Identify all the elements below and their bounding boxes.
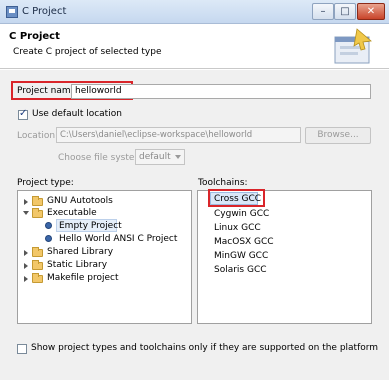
close-button[interactable]: ✕ bbox=[357, 3, 385, 20]
window-title: C Project bbox=[22, 6, 67, 17]
maximize-button[interactable]: □ bbox=[334, 3, 356, 20]
project-type-label: Project type: bbox=[17, 178, 74, 188]
expand-arrow-icon[interactable] bbox=[24, 199, 28, 205]
page-title: C Project bbox=[9, 31, 60, 42]
toolchain-mingw-gcc[interactable]: MinGW GCC bbox=[214, 251, 268, 261]
expand-arrow-icon[interactable] bbox=[24, 276, 28, 282]
project-name-input[interactable]: helloworld bbox=[71, 84, 371, 99]
folder-icon bbox=[32, 196, 43, 206]
location-input[interactable]: C:\Users\daniel\eclipse-workspace\hellow… bbox=[56, 127, 301, 143]
app-icon bbox=[6, 6, 18, 18]
tree-item-shared-library[interactable]: Shared Library bbox=[47, 247, 113, 257]
tree-item-gnu-autotools[interactable]: GNU Autotools bbox=[47, 196, 113, 206]
tree-item-static-library[interactable]: Static Library bbox=[47, 260, 107, 270]
toolchain-cross-gcc[interactable]: Cross GCC bbox=[214, 194, 261, 204]
page-description: Create C project of selected type bbox=[13, 47, 162, 57]
use-default-location-checkbox[interactable] bbox=[18, 108, 28, 120]
use-default-location-label: Use default location bbox=[32, 109, 122, 119]
folder-icon bbox=[32, 247, 43, 257]
location-label: Location: bbox=[17, 131, 59, 141]
folder-icon bbox=[32, 273, 43, 283]
tree-item-hello-world[interactable]: Hello World ANSI C Project bbox=[59, 234, 177, 244]
folder-icon bbox=[32, 260, 43, 270]
filter-supported-label: Show project types and toolchains only i… bbox=[31, 343, 379, 353]
folder-open-icon bbox=[32, 208, 43, 218]
project-type-tree[interactable] bbox=[17, 190, 192, 324]
toolchain-solaris-gcc[interactable]: Solaris GCC bbox=[214, 265, 267, 275]
tree-item-makefile-project[interactable]: Makefile project bbox=[47, 273, 119, 283]
tree-item-empty-project[interactable]: Empty Project bbox=[59, 221, 122, 231]
chevron-down-icon bbox=[175, 155, 181, 159]
tree-item-executable[interactable]: Executable bbox=[47, 208, 97, 218]
filter-supported-checkbox[interactable] bbox=[17, 344, 27, 354]
browse-button[interactable]: Browse... bbox=[305, 127, 371, 144]
minimize-button[interactable]: – bbox=[312, 3, 334, 20]
project-template-icon bbox=[45, 235, 52, 242]
file-system-label: Choose file system: bbox=[58, 153, 147, 163]
toolchain-linux-gcc[interactable]: Linux GCC bbox=[214, 223, 261, 233]
expand-arrow-icon[interactable] bbox=[24, 250, 28, 256]
project-name-label: Project name: bbox=[17, 86, 80, 96]
toolchain-cygwin-gcc[interactable]: Cygwin GCC bbox=[214, 209, 269, 219]
project-template-icon bbox=[45, 222, 52, 229]
expand-arrow-icon[interactable] bbox=[24, 263, 28, 269]
toolchains-label: Toolchains: bbox=[198, 178, 248, 188]
toolchain-macosx-gcc[interactable]: MacOSX GCC bbox=[214, 237, 274, 247]
wizard-banner-icon bbox=[334, 28, 372, 64]
collapse-arrow-icon[interactable] bbox=[23, 211, 29, 215]
